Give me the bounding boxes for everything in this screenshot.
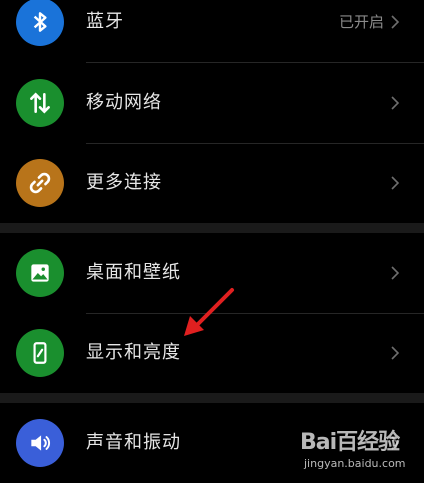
annotation-arrow-icon — [184, 288, 234, 336]
baidu-watermark: Bai百经验 jingyan.baidu.com — [300, 424, 420, 479]
settings-item-label: 蓝牙 — [86, 11, 124, 32]
watermark-url: jingyan.baidu.com — [304, 457, 406, 470]
settings-item-label: 桌面和壁纸 — [86, 262, 181, 283]
settings-item-label: 声音和振动 — [86, 432, 181, 453]
chevron-right-icon — [391, 176, 400, 190]
display-brightness-icon — [16, 329, 64, 377]
bluetooth-status: 已开启 — [338, 13, 384, 31]
chevron-right-icon — [391, 266, 400, 280]
watermark-logo: Bai百经验 — [300, 430, 400, 455]
section-separator — [0, 393, 424, 403]
settings-item-label: 更多连接 — [86, 172, 162, 193]
section-separator — [0, 223, 424, 233]
settings-item-more-connections[interactable]: 更多连接 — [0, 143, 424, 223]
wallpaper-icon — [16, 249, 64, 297]
link-icon — [16, 159, 64, 207]
sound-icon — [16, 419, 64, 467]
bluetooth-icon — [16, 0, 64, 46]
settings-list: 蓝牙 已开启 移动网络 更多连接 桌面和壁纸 显示和亮度 声音和振动 — [0, 0, 424, 481]
settings-item-bluetooth[interactable]: 蓝牙 已开启 — [0, 0, 424, 62]
chevron-right-icon — [391, 15, 400, 29]
chevron-right-icon — [391, 346, 400, 360]
chevron-right-icon — [391, 96, 400, 110]
settings-item-label: 显示和亮度 — [86, 342, 181, 363]
settings-item-label: 移动网络 — [86, 92, 162, 113]
mobile-data-icon — [16, 79, 64, 127]
settings-item-mobile-network[interactable]: 移动网络 — [0, 63, 424, 143]
